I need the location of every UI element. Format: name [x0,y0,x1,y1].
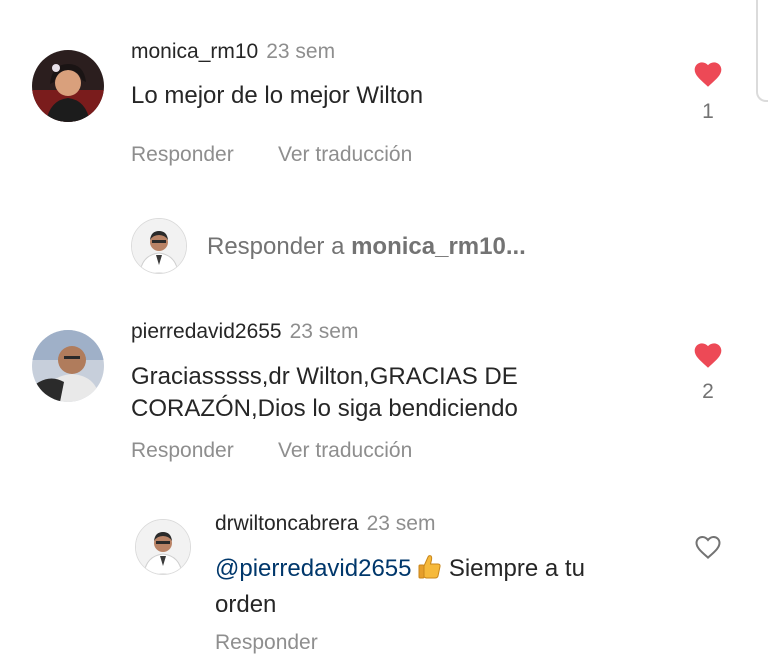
reply-link[interactable]: Responder [131,439,234,463]
reply-timestamp: 23 sem [366,512,436,535]
reply-text-part: Siempre a tu [448,555,585,582]
like-count: 2 [702,380,714,403]
thumbs-up-icon [418,554,442,589]
comment-username[interactable]: pierredavid2655 [131,320,282,343]
reply-link[interactable]: Responder [215,631,318,655]
reply-input[interactable]: Responder a monica_rm10... [207,233,526,261]
reply-input-prefix: Responder a [207,233,352,260]
reply-header: drwiltoncabrera 23 sem [215,512,435,536]
comment-text: Lo mejor de lo mejor Wilton [131,82,424,109]
see-translation-link[interactable]: Ver traducción [278,439,412,463]
avatar-drwiltoncabrera[interactable] [135,519,191,575]
like-heart-icon[interactable] [692,58,724,93]
reply-username[interactable]: drwiltoncabrera [215,512,359,535]
reply-text-line: @pierredavid2655 Siempre a tu [215,553,675,589]
avatar-current-user [131,218,187,274]
reply-text-line: orden [215,591,277,618]
comment-username[interactable]: monica_rm10 [131,40,258,63]
comment-text-line: Graciasssss,dr Wilton,GRACIAS DE [131,363,518,390]
like-heart-outline-icon[interactable] [693,532,723,565]
reply-link[interactable]: Responder [131,143,234,167]
scrollbar[interactable] [756,0,768,102]
avatar-pierredavid[interactable] [32,330,104,402]
see-translation-link[interactable]: Ver traducción [278,143,412,167]
mention-link[interactable]: @pierredavid2655 [215,555,412,582]
avatar-monica[interactable] [32,50,104,122]
like-heart-icon[interactable] [692,339,724,374]
comment-header: monica_rm10 23 sem [131,40,335,64]
like-count: 1 [702,100,714,123]
reply-text: @pierredavid2655 Siempre a tu orden [215,553,675,621]
reply-input-target: monica_rm10... [351,233,526,260]
comment-text: Graciasssss,dr Wilton,GRACIAS DE CORAZÓN… [131,361,518,425]
comment-timestamp: 23 sem [266,40,336,63]
comment-text-line: CORAZÓN,Dios lo siga bendiciendo [131,395,518,422]
comment-timestamp: 23 sem [289,320,359,343]
comment-header: pierredavid2655 23 sem [131,320,358,344]
